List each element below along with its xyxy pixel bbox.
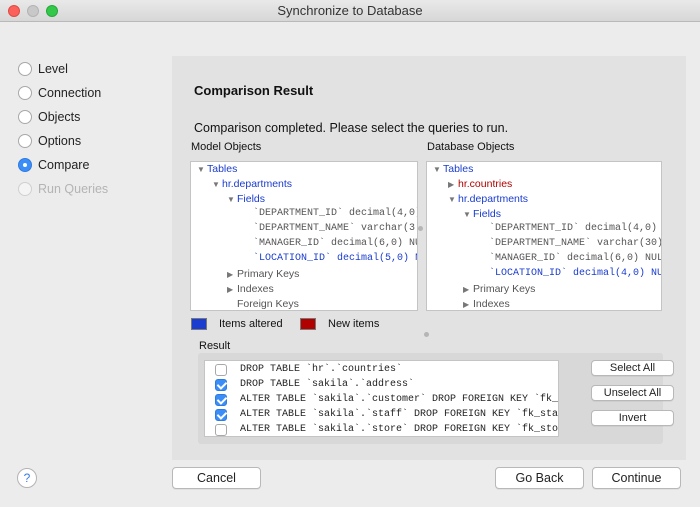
model-objects-label: Model Objects [191, 141, 262, 153]
legend-new: New items [300, 318, 379, 330]
disclosure-open-icon[interactable]: ▼ [227, 193, 237, 207]
result-label: Result [199, 340, 231, 352]
disclosure-open-icon[interactable]: ▼ [448, 193, 458, 207]
query-list[interactable]: DROP TABLE `hr`.`countries` DROP TABLE `… [204, 360, 559, 437]
disclosure-closed-icon[interactable]: ▶ [227, 268, 237, 282]
step-compare[interactable]: Compare [18, 153, 108, 177]
step-run-queries: Run Queries [18, 177, 108, 201]
panel-heading: Comparison Result [194, 83, 314, 98]
altered-swatch [191, 318, 207, 330]
disclosure-closed-icon[interactable]: ▶ [448, 178, 458, 192]
step-label: Connection [38, 86, 102, 100]
query-row[interactable]: ALTER TABLE `sakila`.`customer` DROP FOR… [205, 392, 559, 407]
wizard-steps: Level Connection Objects Options Compare… [18, 57, 108, 201]
tree-row[interactable]: ▼ hr.departments [212, 177, 292, 192]
disclosure-closed-icon[interactable]: ▶ [463, 298, 473, 310]
tree-row[interactable]: ▼ Fields [463, 207, 501, 222]
tree-row[interactable]: ▶ Indexes [463, 297, 510, 310]
query-text: ALTER TABLE `sakila`.`store` DROP FOREIG… [240, 424, 559, 435]
unselect-all-button[interactable]: Unselect All [591, 385, 674, 401]
tree-row[interactable]: ▼ Tables [197, 162, 237, 177]
step-radio[interactable] [18, 86, 32, 100]
tree-row[interactable]: ▶ Primary Keys [463, 282, 535, 297]
disclosure-open-icon[interactable]: ▼ [463, 208, 473, 222]
tree-row[interactable]: `DEPARTMENT_ID` decimal(4,0) N [253, 207, 417, 221]
tree-row[interactable]: ▶ Indexes [227, 282, 274, 297]
panel-message: Comparison completed. Please select the … [194, 121, 509, 135]
disclosure-open-icon[interactable]: ▼ [197, 163, 207, 177]
step-radio[interactable] [18, 62, 32, 76]
legend-label: New items [328, 318, 380, 330]
continue-button[interactable]: Continue [592, 467, 681, 489]
new-swatch [300, 318, 316, 330]
step-radio [18, 182, 32, 196]
legend-label: Items altered [219, 318, 283, 330]
query-checkbox[interactable] [215, 423, 227, 436]
tree-row[interactable]: `LOCATION_ID` decimal(5,0) NUL [253, 252, 417, 266]
query-checkbox[interactable] [215, 408, 227, 421]
step-label: Run Queries [38, 182, 109, 196]
tree-row[interactable]: `MANAGER_ID` decimal(6,0) NUL [489, 252, 661, 266]
step-label: Options [38, 134, 82, 148]
legend-altered: Items altered [191, 318, 283, 330]
window-title: Synchronize to Database [277, 3, 423, 18]
query-text: DROP TABLE `hr`.`countries` [240, 364, 403, 375]
step-options[interactable]: Options [18, 129, 108, 153]
cancel-button[interactable]: Cancel [172, 467, 261, 489]
database-objects-label: Database Objects [427, 141, 515, 153]
splitter-handle[interactable] [418, 226, 423, 231]
query-checkbox[interactable] [215, 393, 227, 406]
database-objects-tree[interactable]: ▼ Tables ▶ hr.countries ▼ hr.departments ▼ F… [426, 161, 662, 311]
query-row[interactable]: DROP TABLE `hr`.`countries` [205, 362, 402, 377]
step-level[interactable]: Level [18, 57, 108, 81]
query-row[interactable]: DROP TABLE `sakila`.`address` [205, 377, 414, 392]
tree-row[interactable]: Foreign Keys [237, 297, 299, 310]
step-label: Level [38, 62, 68, 76]
help-button[interactable]: ? [17, 468, 37, 488]
query-row[interactable]: ALTER TABLE `sakila`.`staff` DROP FOREIG… [205, 407, 559, 422]
query-row[interactable]: ALTER TABLE `sakila`.`store` DROP FOREIG… [205, 422, 559, 436]
tree-row[interactable]: `DEPARTMENT_NAME` varchar(3 [253, 222, 415, 236]
query-text: DROP TABLE `sakila`.`address` [240, 379, 415, 390]
step-objects[interactable]: Objects [18, 105, 108, 129]
step-connection[interactable]: Connection [18, 81, 108, 105]
tree-row[interactable]: ▶ Primary Keys [227, 267, 299, 282]
step-radio-selected[interactable] [18, 158, 32, 172]
title-bar: Synchronize to Database [0, 0, 700, 22]
query-checkbox[interactable] [215, 378, 227, 391]
disclosure-closed-icon[interactable]: ▶ [227, 283, 237, 297]
splitter-handle[interactable] [424, 332, 429, 337]
query-checkbox[interactable] [215, 363, 227, 376]
step-radio[interactable] [18, 110, 32, 124]
query-text: ALTER TABLE `sakila`.`staff` DROP FOREIG… [240, 409, 559, 420]
result-area: DROP TABLE `hr`.`countries` DROP TABLE `… [198, 353, 674, 444]
step-radio[interactable] [18, 134, 32, 148]
tree-row[interactable]: `LOCATION_ID` decimal(4,0) NULL [489, 267, 661, 281]
tree-row[interactable]: ▶ hr.countries [448, 177, 512, 192]
step-label: Compare [38, 158, 90, 172]
disclosure-closed-icon[interactable]: ▶ [463, 283, 473, 297]
model-objects-tree[interactable]: ▼ Tables ▼ hr.departments ▼ Fields `DEPARTM… [190, 161, 418, 311]
tree-row[interactable]: ▼ hr.departments [448, 192, 528, 207]
step-label: Objects [38, 110, 81, 124]
query-text: ALTER TABLE `sakila`.`customer` DROP FOR… [240, 394, 559, 405]
invert-button[interactable]: Invert [591, 410, 674, 426]
comparison-panel: Comparison Result Comparison completed. … [172, 56, 686, 460]
select-all-button[interactable]: Select All [591, 360, 674, 376]
tree-row[interactable]: `DEPARTMENT_NAME` varchar(30) [489, 237, 661, 251]
disclosure-open-icon[interactable]: ▼ [433, 163, 443, 177]
tree-row[interactable]: ▼ Fields [227, 192, 265, 207]
disclosure-open-icon[interactable]: ▼ [212, 178, 222, 192]
tree-row[interactable]: `MANAGER_ID` decimal(6,0) NULL [253, 237, 417, 251]
tree-row[interactable]: `DEPARTMENT_ID` decimal(4,0) NO [489, 222, 661, 236]
go-back-button[interactable]: Go Back [495, 467, 584, 489]
tree-row[interactable]: ▼ Tables [433, 162, 473, 177]
